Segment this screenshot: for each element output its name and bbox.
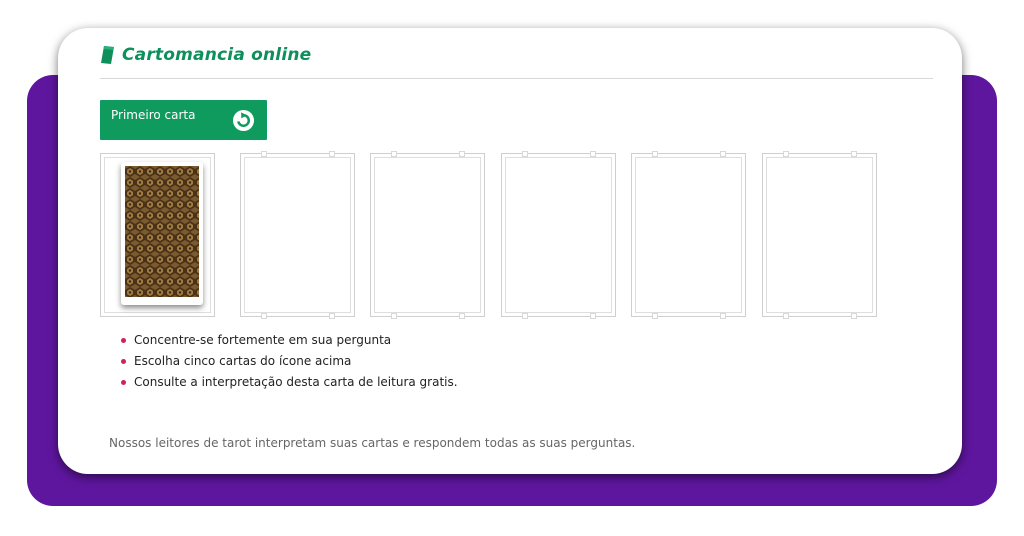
bullet-icon [121,359,126,364]
slot-notch [391,313,397,319]
slot-notch [652,313,658,319]
slot-notch [783,313,789,319]
card-slot-6[interactable] [762,151,877,319]
list-item: Escolha cinco cartas do ícone acima [118,351,458,372]
slot-frame [766,157,873,313]
slot-notch [329,313,335,319]
slot-notch [851,313,857,319]
slot-notch [720,313,726,319]
card-back[interactable] [121,162,203,305]
slot-notch [522,151,528,157]
slot-frame [374,157,481,313]
refresh-arrow-icon [232,109,255,132]
card-icon [101,46,114,64]
footer-note: Nossos leitores de tarot interpretam sua… [109,436,636,450]
list-item: Concentre-se fortemente em sua pergunta [118,330,458,351]
slot-frame [505,157,612,313]
slot-frame [635,157,742,313]
slot-notch [590,313,596,319]
bullet-icon [121,338,126,343]
list-item: Consulte a interpretação desta carta de … [118,372,458,393]
card-slots [100,151,880,319]
instructions-list: Concentre-se fortemente em sua pergunta … [118,330,458,393]
page-title: Cartomancia online [122,45,312,65]
instruction-text: Escolha cinco cartas do ícone acima [134,354,352,368]
card-back-pattern [125,166,199,297]
header-divider [100,78,933,79]
tarot-panel: Cartomancia online Primeiro carta Concen… [58,28,962,474]
instruction-text: Consulte a interpretação desta carta de … [134,375,458,389]
slot-notch [391,151,397,157]
slot-notch [720,151,726,157]
first-card-button[interactable]: Primeiro carta [100,100,267,140]
slot-notch [783,151,789,157]
card-slot-1[interactable] [100,153,215,317]
slot-notch [652,151,658,157]
slot-notch [590,151,596,157]
slot-frame [244,157,351,313]
card-slot-3[interactable] [370,151,485,319]
instruction-text: Concentre-se fortemente em sua pergunta [134,333,392,347]
slot-notch [459,151,465,157]
slot-notch [261,313,267,319]
slot-notch [329,151,335,157]
panel-header: Cartomancia online [101,45,311,65]
slot-notch [459,313,465,319]
bullet-icon [121,380,126,385]
first-card-button-label: Primeiro carta [111,108,196,122]
card-slot-4[interactable] [501,151,616,319]
card-slot-2[interactable] [240,151,355,319]
card-slot-5[interactable] [631,151,746,319]
slot-notch [851,151,857,157]
slot-notch [522,313,528,319]
slot-notch [261,151,267,157]
